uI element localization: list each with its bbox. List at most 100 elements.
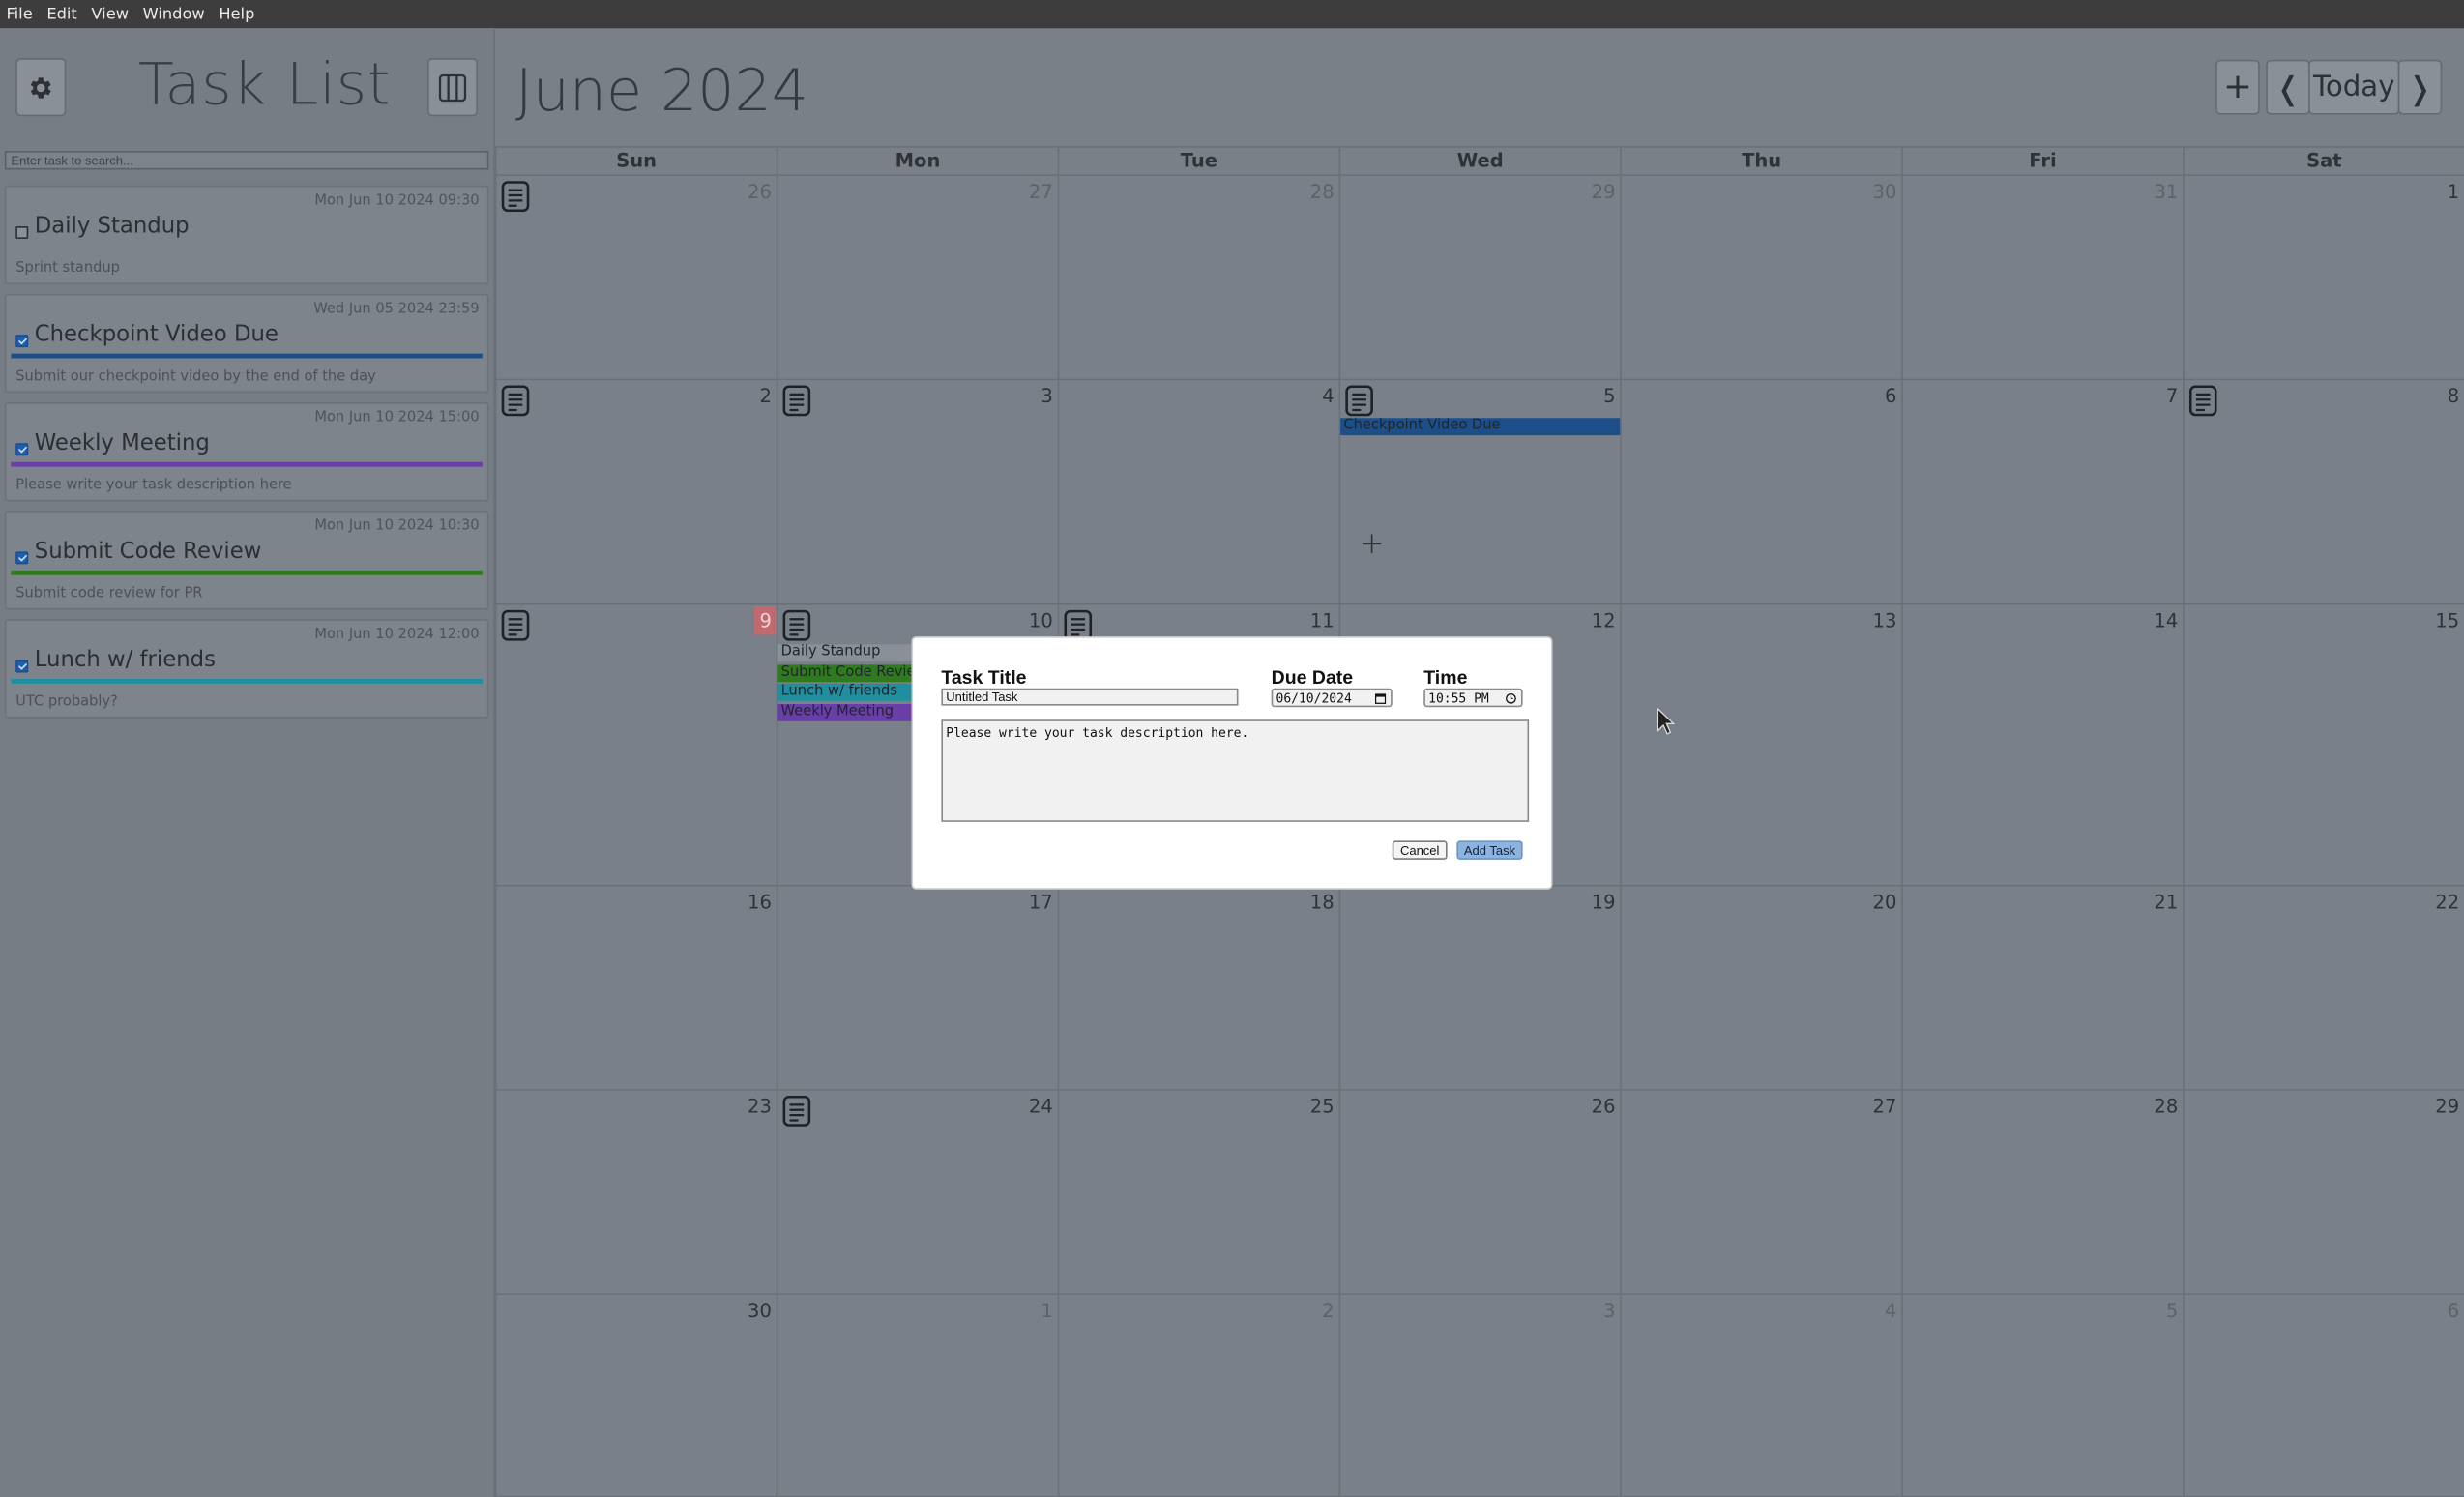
menu-help[interactable]: Help (213, 6, 263, 23)
weekday-sat: Sat (2183, 147, 2464, 175)
calendar-day-cell[interactable]: 1 (776, 1295, 1058, 1496)
next-month-button[interactable]: ❭ (2397, 59, 2443, 115)
day-notes-icon[interactable] (782, 385, 811, 417)
day-notes-icon[interactable] (782, 609, 811, 642)
calendar-day-cell[interactable]: 20 (1620, 886, 1902, 1090)
cancel-button[interactable]: Cancel (1392, 840, 1448, 860)
calendar-day-cell[interactable]: 4 (1057, 380, 1339, 603)
due-date-input[interactable]: 06/10/2024 (1271, 688, 1393, 708)
day-number: 27 (1028, 180, 1053, 203)
task-due-date: Wed Jun 05 2024 23:59 (313, 302, 480, 318)
day-number: 25 (1309, 1095, 1335, 1118)
menu-edit[interactable]: Edit (41, 6, 85, 23)
search-input[interactable] (4, 151, 489, 170)
day-number: 27 (1872, 1095, 1897, 1118)
due-date-label: Due Date (1271, 666, 1354, 689)
previous-month-button[interactable]: ❬ (2266, 59, 2310, 115)
day-number: 28 (1309, 180, 1335, 203)
task-checkbox[interactable] (15, 226, 29, 239)
sidebar-title: Task List (138, 50, 392, 118)
day-notes-icon[interactable] (782, 1095, 811, 1128)
day-number: 2 (1322, 1299, 1335, 1322)
task-checkbox[interactable] (15, 660, 29, 673)
add-task-button[interactable]: + (2215, 59, 2260, 115)
task-title-label: Task Title (941, 666, 1027, 689)
calendar-day-cell[interactable]: 5 (1901, 1295, 2184, 1496)
task-card[interactable]: Mon Jun 10 2024 15:00 Weekly Meeting Pleas… (4, 402, 489, 502)
calendar-day-cell[interactable]: 29 (1338, 176, 1621, 379)
calendar-day-cell[interactable]: 27 (1620, 1090, 1902, 1294)
calendar-day-cell[interactable]: 29 (2183, 1090, 2464, 1294)
calendar-day-cell[interactable]: 15 (2183, 604, 2464, 885)
task-card[interactable]: Mon Jun 10 2024 09:30 Daily Standup Sprint… (4, 185, 489, 285)
calendar-day-cell[interactable]: 28 (1901, 1090, 2184, 1294)
calendar-day-cell[interactable]: 31 (1901, 176, 2184, 379)
toggle-view-button[interactable] (427, 58, 478, 117)
day-number: 6 (2447, 1299, 2460, 1322)
calendar-day-cell[interactable]: 14 (1901, 604, 2184, 885)
calendar-day-cell[interactable]: 3 (776, 380, 1058, 603)
task-card[interactable]: Mon Jun 10 2024 12:00 Lunch w/ friends UTC… (4, 619, 489, 719)
task-checkbox[interactable] (15, 443, 29, 456)
calendar-day-cell[interactable]: 27 (776, 176, 1058, 379)
calendar-day-cell[interactable]: 24 (776, 1090, 1058, 1294)
calendar-day-cell[interactable]: 21 (1901, 886, 2184, 1090)
day-notes-icon[interactable] (2188, 385, 2217, 417)
menu-window[interactable]: Window (136, 6, 213, 23)
calendar-day-cell[interactable]: 1 (2183, 176, 2464, 379)
calendar-day-cell[interactable]: 23 (494, 1090, 777, 1294)
calendar-icon[interactable] (1374, 693, 1387, 704)
weekday-mon: Mon (776, 147, 1058, 175)
calendar-day-cell[interactable]: 26 (1338, 1090, 1621, 1294)
calendar-event[interactable]: Checkpoint Video Due (1340, 418, 1621, 436)
task-title: Checkpoint Video Due (34, 322, 279, 348)
weekday-wed: Wed (1338, 147, 1621, 175)
calendar-day-cell[interactable]: 5 Checkpoint Video Due (1338, 380, 1621, 603)
calendar-day-cell[interactable]: 17 (776, 886, 1058, 1090)
task-checkbox[interactable] (15, 551, 29, 565)
task-title-input[interactable] (941, 688, 1239, 706)
task-card[interactable]: Mon Jun 10 2024 10:30 Submit Code Review S… (4, 511, 489, 610)
time-input[interactable]: 10:55 PM (1423, 688, 1523, 708)
calendar-day-cell[interactable]: 30 (494, 1295, 777, 1496)
task-due-date: Mon Jun 10 2024 12:00 (314, 627, 480, 643)
day-number: 20 (1872, 891, 1897, 914)
calendar-day-cell[interactable]: 16 (494, 886, 777, 1090)
day-number: 15 (2435, 609, 2460, 632)
day-number: 16 (748, 891, 772, 914)
calendar-day-cell[interactable]: 6 (1620, 380, 1902, 603)
today-button[interactable]: Today (2308, 59, 2400, 115)
menu-view[interactable]: View (85, 6, 136, 23)
day-notes-icon[interactable] (1345, 385, 1373, 417)
calendar-day-cell[interactable]: 9 (494, 604, 777, 885)
settings-button[interactable] (15, 58, 67, 117)
add-task-submit-button[interactable]: Add Task (1456, 840, 1523, 860)
calendar-day-cell[interactable]: 4 (1620, 1295, 1902, 1496)
clock-icon[interactable] (1506, 692, 1516, 704)
calendar-day-cell[interactable]: 30 (1620, 176, 1902, 379)
day-notes-icon[interactable] (501, 385, 530, 417)
calendar-day-cell[interactable]: 7 (1901, 380, 2184, 603)
task-card[interactable]: Wed Jun 05 2024 23:59 Checkpoint Video Du… (4, 293, 489, 394)
calendar-day-cell[interactable]: 25 (1057, 1090, 1339, 1294)
day-number: 30 (748, 1299, 772, 1322)
day-notes-icon[interactable] (501, 609, 530, 642)
calendar-day-cell[interactable]: 8 (2183, 380, 2464, 603)
task-checkbox[interactable] (15, 335, 29, 348)
calendar-day-cell[interactable]: 28 (1057, 176, 1339, 379)
calendar-day-cell[interactable]: 2 (494, 380, 777, 603)
calendar-day-cell[interactable]: 6 (2183, 1295, 2464, 1496)
calendar-day-cell[interactable]: 2 (1057, 1295, 1339, 1496)
task-description-input[interactable]: Please write your task description here. (941, 719, 1530, 822)
calendar-day-cell[interactable]: 13 (1620, 604, 1902, 885)
calendar-day-cell[interactable]: 19 (1338, 886, 1621, 1090)
calendar-day-cell[interactable]: 22 (2183, 886, 2464, 1090)
today-day-number: 9 (754, 606, 777, 635)
calendar-day-cell[interactable]: 3 (1338, 1295, 1621, 1496)
day-number: 23 (748, 1095, 772, 1118)
calendar-day-cell[interactable]: 18 (1057, 886, 1339, 1090)
menu-file[interactable]: File (0, 6, 41, 23)
day-number: 8 (2447, 385, 2460, 407)
calendar-day-cell[interactable]: 26 (494, 176, 777, 379)
day-notes-icon[interactable] (501, 181, 530, 213)
